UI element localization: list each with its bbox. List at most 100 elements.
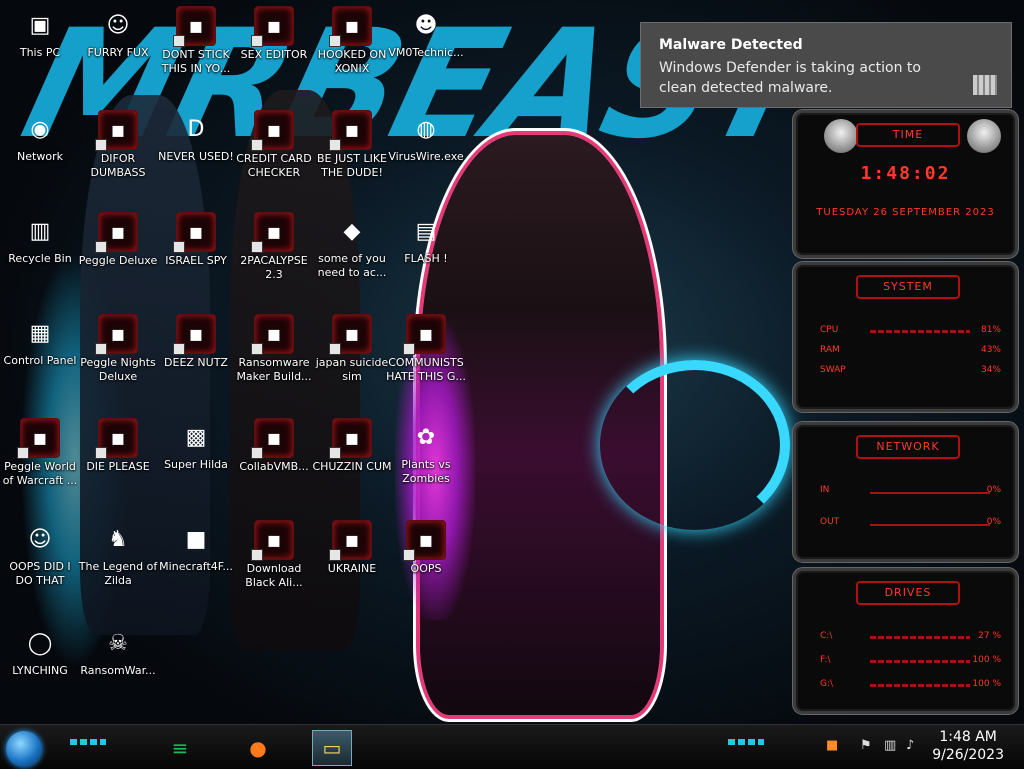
firefox-taskbar-button[interactable]: ● (238, 730, 278, 766)
desktop-icon[interactable]: ▪ DIE PLEASE (78, 418, 158, 474)
alien-logo-icon (967, 119, 1001, 153)
exe-icon: ▪ (173, 212, 216, 253)
desktop-icon[interactable]: ▪ DIFOR DUMBASS (78, 110, 158, 180)
desktop-icon[interactable]: ▪ japan suicide sim (312, 314, 392, 384)
network-row-label: OUT (820, 517, 840, 527)
desktop-icon[interactable]: ▪ CollabVMB... (234, 418, 314, 474)
desktop-icon[interactable]: ◉ Network (0, 110, 80, 164)
desktop-icon-label: DIFOR DUMBASS (90, 152, 146, 179)
drive-row-label: F:\ (820, 655, 831, 665)
system-gadget-header: SYSTEM (856, 275, 960, 299)
desktop-icon[interactable]: ▪ ISRAEL SPY (156, 212, 236, 268)
desktop-icon[interactable]: ▪ HOOKED ON XONIX (312, 6, 392, 76)
network-gadget-header: NETWORK (856, 435, 960, 459)
network-gadget[interactable]: NETWORK IN 0% OUT 0% (793, 422, 1018, 562)
taskbar-decoration (70, 739, 106, 745)
system-gadget[interactable]: SYSTEM CPU 81% RAM 43% SWAP 34% (793, 262, 1018, 412)
desktop-icon[interactable]: ▪ UKRAINE (312, 520, 392, 576)
desktop-icon[interactable]: ▪ Ransomware Maker Build... (234, 314, 314, 384)
taskbar-clock[interactable]: 1:48 AM 9/26/2023 (932, 728, 1004, 764)
malware-notification[interactable]: Malware Detected Windows Defender is tak… (640, 22, 1012, 108)
desktop-icon[interactable]: ▦ Control Panel (0, 314, 80, 368)
desktop-icon-label: Network (17, 150, 63, 163)
desktop-icon-label: CREDIT CARD CHECKER (236, 152, 312, 179)
desktop-icon[interactable]: ▪ DONT STICK THIS IN YO... (156, 6, 236, 76)
desktop-icon[interactable]: ▪ Download Black Ali... (234, 520, 314, 590)
time-gadget-header: TIME (856, 123, 960, 147)
desktop-icon[interactable]: ▪ CHUZZIN CUM (312, 418, 392, 474)
desktop-icon-label: COMMUNISTS HATE THIS G... (386, 356, 466, 383)
drive-row-value: 100 % (972, 679, 1001, 689)
desktop-icon[interactable]: ▤ FLASH ! (386, 212, 466, 266)
desktop-icon[interactable]: ☻ VM0Technic... (386, 6, 466, 60)
file-icon: ▤ (415, 218, 437, 244)
spotify-taskbar-button[interactable]: ≡ (160, 730, 200, 766)
desktop-icon-label: NEVER USED! (158, 150, 234, 163)
file-explorer-icon: ▭ (322, 736, 342, 760)
network-row-label: IN (820, 485, 830, 495)
drive-bar (870, 684, 970, 687)
file-explorer-taskbar-button[interactable]: ▭ (312, 730, 352, 766)
spotify-icon: ≡ (171, 736, 189, 760)
desktop-icon[interactable]: ▪ COMMUNISTS HATE THIS G... (386, 314, 466, 384)
gadget-column: TIME 1:48:02 TUESDAY 26 SEPTEMBER 2023 S… (793, 110, 1018, 720)
desktop-icon[interactable]: ◍ VirusWire.exe (386, 110, 466, 164)
gadget-clock: 1:48:02 (860, 163, 951, 184)
desktop-icon-label: BE JUST LIKE THE DUDE! (316, 152, 388, 179)
beaver-icon: ◆ (343, 218, 361, 244)
drives-gadget[interactable]: DRIVES C:\ 27 % F:\ 100 % G:\ 100 % (793, 568, 1018, 714)
desktop-icon[interactable]: ◯ LYNCHING (0, 624, 80, 678)
volume-icon[interactable]: ♪ (906, 738, 914, 753)
desktop-icon[interactable]: ▪ Peggle Nights Deluxe (78, 314, 158, 384)
drive-bar (870, 660, 970, 663)
tray-network-icon[interactable]: ▥ (884, 738, 896, 753)
firefox-icon: ● (249, 736, 267, 760)
desktop-icon-label: LYNCHING (12, 664, 68, 677)
desktop-icon-label: japan suicide sim (315, 356, 389, 383)
network-row-value: 0% (986, 485, 1001, 495)
desktop-icon[interactable]: ▥ Recycle Bin (0, 212, 80, 266)
noose-icon: ◯ (27, 630, 53, 656)
notification-body: Windows Defender is taking action to cle… (659, 60, 921, 96)
network-row-out: OUT 0% (820, 517, 1001, 531)
time-gadget[interactable]: TIME 1:48:02 TUESDAY 26 SEPTEMBER 2023 (793, 110, 1018, 258)
desktop-icon-label: HOOKED ON XONIX (317, 48, 387, 75)
drive-row-label: G:\ (820, 679, 834, 689)
taskbar-date: 9/26/2023 (932, 747, 1004, 763)
desktop-icon[interactable]: ▣ This PC (0, 6, 80, 60)
dev-icon: D (187, 116, 205, 142)
desktop-icon[interactable]: ▪ DEEZ NUTZ (156, 314, 236, 370)
control-panel-icon: ▦ (29, 320, 51, 346)
desktop-icon[interactable]: ♞ The Legend of Zilda (78, 520, 158, 588)
desktop-icon[interactable]: ▪ SEX EDITOR (234, 6, 314, 62)
exe-icon: ▪ (173, 6, 216, 47)
desktop-icon-label: SEX EDITOR (240, 48, 308, 61)
computer-icon: ▣ (29, 12, 51, 38)
desktop-icon[interactable]: ▪ Peggle Deluxe (78, 212, 158, 268)
system-row-cpu: CPU 81% (820, 325, 1001, 339)
desktop-icon[interactable]: ☺ FURRY FUX (78, 6, 158, 60)
notification-title: Malware Detected (659, 37, 803, 53)
desktop-icon[interactable]: D NEVER USED! (156, 110, 236, 164)
desktop-icon[interactable]: ▪ CREDIT CARD CHECKER (234, 110, 314, 180)
desktop-icon[interactable]: ▪ 2PACALYPSE 2.3 (234, 212, 314, 282)
system-row-ram: RAM 43% (820, 345, 1001, 359)
desktop-icon[interactable]: ☺ OOPS DID I DO THAT (0, 520, 80, 588)
desktop-icon[interactable]: ▪ OOPS (386, 520, 466, 576)
exe-icon: ▪ (329, 110, 372, 151)
desktop-icon[interactable]: ■ Minecraft4F... (156, 520, 236, 574)
start-button[interactable] (6, 731, 42, 767)
desktop-icon[interactable]: ☠ RansomWar... (78, 624, 158, 678)
desktop-icon-label: The Legend of Zilda (78, 560, 158, 587)
tray-flag-icon[interactable]: ⚑ (860, 738, 872, 753)
tray-app-icon[interactable]: ■ (826, 738, 838, 753)
desktop-icon[interactable]: ▪ BE JUST LIKE THE DUDE! (312, 110, 392, 180)
drive-row-f: F:\ 100 % (820, 655, 1001, 669)
desktop-icon[interactable]: ▩ Super Hilda (156, 418, 236, 472)
desktop-icon-label: Ransomware Maker Build... (236, 356, 312, 383)
desktop-icon[interactable]: ◆ some of you need to ac... (312, 212, 392, 280)
desktop-icon[interactable]: ▪ Peggle World of Warcraft ... (0, 418, 80, 488)
exe-icon: ▪ (251, 520, 294, 561)
desktop-icon[interactable]: ✿ Plants vs Zombies (386, 418, 466, 486)
desktop-icon-label: OOPS (410, 562, 442, 575)
